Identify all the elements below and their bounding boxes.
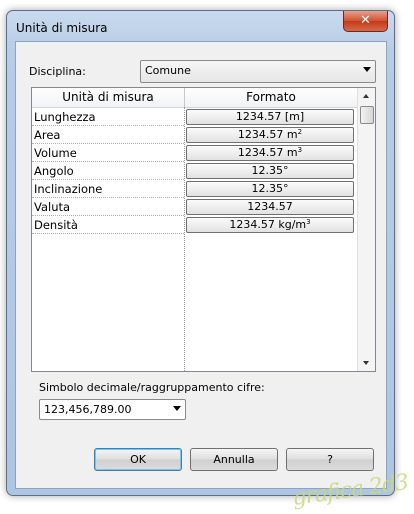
units-table: Unità di misura Formato Lunghezza 1234.57…	[31, 87, 376, 372]
unit-name: Lunghezza	[34, 110, 96, 124]
dialog-window: Unità di misura ✕ Disciplina: Comune Uni…	[6, 10, 395, 496]
close-button[interactable]: ✕	[343, 11, 388, 32]
format-button[interactable]: 12.35°	[186, 181, 354, 197]
table-row[interactable]: Lunghezza 1234.57 [m]	[32, 108, 357, 126]
format-button[interactable]: 1234.57 m2	[186, 127, 354, 143]
vertical-scrollbar[interactable]	[357, 88, 375, 371]
unit-name: Densità	[34, 218, 78, 232]
column-header-format[interactable]: Formato	[185, 88, 357, 107]
table-row[interactable]: Densità 1234.57 kg/m3	[32, 216, 357, 234]
help-button[interactable]: ?	[286, 448, 374, 471]
scroll-up-icon[interactable]	[358, 88, 375, 105]
format-exponent: 2	[297, 128, 303, 136]
column-header-unit[interactable]: Unità di misura	[32, 88, 185, 107]
decimal-symbol-value: 123,456,789.00	[44, 403, 132, 416]
format-value: 1234.57 [m]	[235, 110, 305, 123]
format-value: 1234.57 m	[237, 128, 298, 141]
unit-name: Inclinazione	[34, 182, 103, 196]
unit-name: Area	[34, 128, 61, 142]
decimal-symbol-label: Simbolo decimale/raggruppamento cifre:	[39, 381, 265, 394]
table-row[interactable]: Valuta 1234.57	[32, 198, 357, 216]
close-icon: ✕	[360, 13, 371, 28]
row-divider	[32, 233, 184, 234]
scroll-thumb[interactable]	[360, 106, 374, 124]
format-exponent: 3	[306, 218, 311, 226]
table-row[interactable]: Angolo 12.35°	[32, 162, 357, 180]
discipline-label: Disciplina:	[29, 65, 86, 78]
format-value: 1234.57 kg/m	[229, 218, 307, 231]
table-header: Unità di misura Formato	[32, 88, 357, 108]
format-button[interactable]: 1234.57 m3	[186, 145, 354, 161]
format-button[interactable]: 1234.57 kg/m3	[186, 217, 354, 233]
ok-button[interactable]: OK	[94, 448, 182, 471]
format-button[interactable]: 1234.57	[186, 199, 354, 215]
table-row[interactable]: Inclinazione 12.35°	[32, 180, 357, 198]
title-bar[interactable]: Unità di misura ✕	[7, 11, 394, 41]
table-row[interactable]: Volume 1234.57 m3	[32, 144, 357, 162]
format-value: 12.35°	[251, 164, 289, 177]
window-title: Unità di misura	[16, 21, 108, 35]
format-value: 1234.57 m	[237, 146, 298, 159]
discipline-value: Comune	[145, 64, 191, 77]
unit-name: Valuta	[34, 200, 71, 214]
decimal-symbol-dropdown[interactable]: 123,456,789.00	[39, 399, 186, 420]
format-value: 12.35°	[251, 182, 289, 195]
format-button[interactable]: 1234.57 [m]	[186, 109, 354, 125]
unit-name: Angolo	[34, 164, 74, 178]
chevron-down-icon	[363, 67, 371, 72]
scroll-down-icon[interactable]	[358, 354, 375, 371]
format-button[interactable]: 12.35°	[186, 163, 354, 179]
format-value: 1234.57	[247, 200, 293, 213]
discipline-dropdown[interactable]: Comune	[140, 60, 376, 83]
cancel-button[interactable]: Annulla	[190, 448, 278, 471]
unit-name: Volume	[34, 146, 77, 160]
dialog-client-area: Disciplina: Comune Unità di misura Forma…	[15, 41, 387, 489]
format-exponent: 3	[297, 146, 303, 154]
chevron-down-icon	[173, 406, 181, 411]
table-row[interactable]: Area 1234.57 m2	[32, 126, 357, 144]
